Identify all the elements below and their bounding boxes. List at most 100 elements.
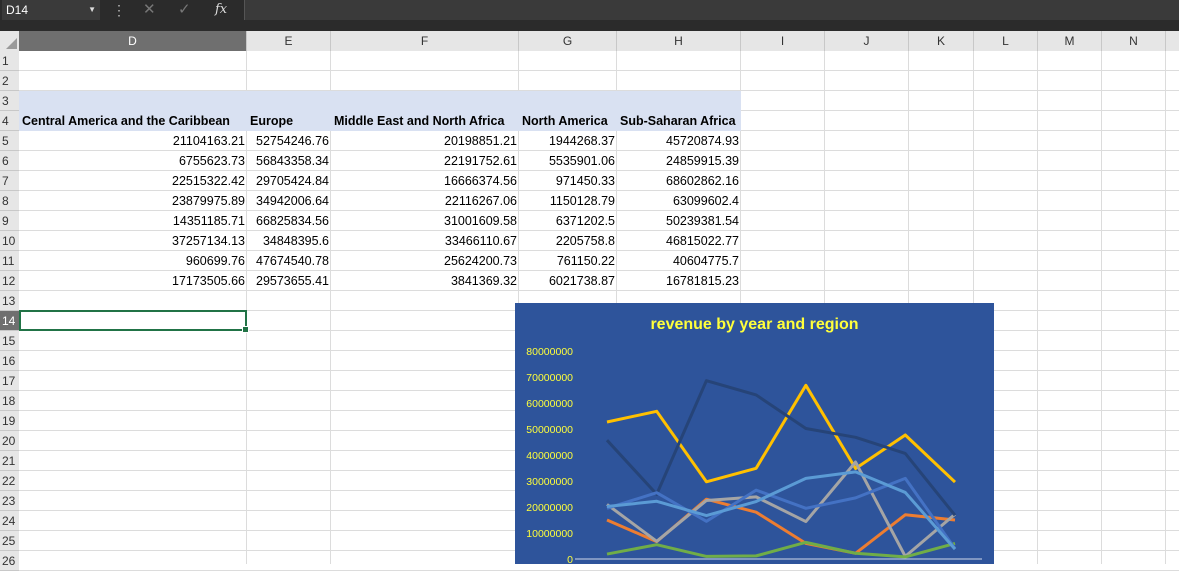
confirm-icon[interactable]: ✓ — [178, 0, 191, 20]
table-cell[interactable]: 22191752.61 — [331, 151, 519, 171]
table-cell[interactable]: 20198851.21 — [331, 131, 519, 151]
table-cell[interactable]: 3841369.32 — [331, 271, 519, 291]
table-cell[interactable]: 29573655.41 — [247, 271, 331, 291]
table-cell[interactable]: 960699.76 — [19, 251, 247, 271]
row-header-8[interactable]: 8 — [0, 191, 19, 211]
row-header-23[interactable]: 23 — [0, 491, 19, 511]
column-header-f[interactable]: F — [331, 31, 519, 51]
table-cell[interactable]: 971450.33 — [519, 171, 617, 191]
row-header-3[interactable]: 3 — [0, 91, 19, 111]
table-cell[interactable]: 21104163.21 — [19, 131, 247, 151]
row-header-9[interactable]: 9 — [0, 211, 19, 231]
column-header-i[interactable]: I — [741, 31, 825, 51]
column-header-h[interactable]: H — [617, 31, 741, 51]
column-header-d[interactable]: D — [19, 31, 247, 51]
table-cell[interactable]: 16666374.56 — [331, 171, 519, 191]
row-header-16[interactable]: 16 — [0, 351, 19, 371]
table-cell[interactable]: 6371202.5 — [519, 211, 617, 231]
row-header-6[interactable]: 6 — [0, 151, 19, 171]
table-cell[interactable]: 31001609.58 — [331, 211, 519, 231]
table-cell[interactable]: 63099602.4 — [617, 191, 741, 211]
y-tick-label: 60000000 — [526, 398, 573, 410]
table-cell[interactable]: 23879975.89 — [19, 191, 247, 211]
table-cell[interactable]: 14351185.71 — [19, 211, 247, 231]
row-header-25[interactable]: 25 — [0, 531, 19, 551]
select-all-button[interactable] — [0, 31, 19, 51]
column-header-k[interactable]: K — [909, 31, 974, 51]
more-options-icon[interactable]: ⋮ — [112, 0, 126, 20]
table-cell[interactable]: 46815022.77 — [617, 231, 741, 251]
table-cell[interactable]: 68602862.16 — [617, 171, 741, 191]
row-header-14[interactable]: 14 — [0, 311, 19, 331]
table-cell[interactable]: 22116267.06 — [331, 191, 519, 211]
row-header-12[interactable]: 12 — [0, 271, 19, 291]
y-tick-label: 20000000 — [526, 502, 573, 514]
column-header-j[interactable]: J — [825, 31, 909, 51]
table-cell[interactable]: 52754246.76 — [247, 131, 331, 151]
table-cell[interactable]: 6755623.73 — [19, 151, 247, 171]
table-cell[interactable]: 2205758.8 — [519, 231, 617, 251]
table-cell[interactable]: 761150.22 — [519, 251, 617, 271]
insert-function-icon[interactable]: fx — [215, 0, 227, 20]
row-header-18[interactable]: 18 — [0, 391, 19, 411]
table-cell[interactable]: 29705424.84 — [247, 171, 331, 191]
table-cell[interactable]: 25624200.73 — [331, 251, 519, 271]
grid-vline — [1037, 51, 1038, 564]
table-cell[interactable]: 34942006.64 — [247, 191, 331, 211]
row-header-17[interactable]: 17 — [0, 371, 19, 391]
table-cell[interactable]: 40604775.7 — [617, 251, 741, 271]
column-header-l[interactable]: L — [974, 31, 1038, 51]
table-cell[interactable]: 6021738.87 — [519, 271, 617, 291]
table-header-cell[interactable]: Europe — [247, 111, 331, 131]
row-header-21[interactable]: 21 — [0, 451, 19, 471]
column-header-e[interactable]: E — [247, 31, 331, 51]
column-header-g[interactable]: G — [519, 31, 617, 51]
table-cell[interactable]: 1150128.79 — [519, 191, 617, 211]
table-cell[interactable]: 16781815.23 — [617, 271, 741, 291]
row-header-22[interactable]: 22 — [0, 471, 19, 491]
table-cell[interactable]: 37257134.13 — [19, 231, 247, 251]
table-header-cell[interactable]: North America — [519, 111, 617, 131]
formula-input[interactable] — [244, 0, 1179, 20]
table-cell[interactable]: 17173505.66 — [19, 271, 247, 291]
line-chart[interactable]: revenue by year and region 80000000 70000… — [515, 303, 994, 564]
y-tick-label: 10000000 — [526, 528, 573, 540]
table-cell[interactable]: 56843358.34 — [247, 151, 331, 171]
table-header-cell[interactable]: Middle East and North Africa — [331, 111, 519, 131]
table-cell[interactable]: 45720874.93 — [617, 131, 741, 151]
series-line-3[interactable] — [606, 460, 956, 558]
chevron-down-icon[interactable]: ▼ — [88, 0, 96, 20]
active-cell[interactable] — [19, 310, 249, 333]
table-header-cell[interactable]: Central America and the Caribbean — [19, 111, 247, 131]
table-cell[interactable]: 22515322.42 — [19, 171, 247, 191]
column-header-n[interactable]: N — [1102, 31, 1166, 51]
column-header-m[interactable]: M — [1038, 31, 1102, 51]
formula-bar: D14 ▼ ⋮ ✕ ✓ fx — [0, 0, 1179, 31]
row-header-19[interactable]: 19 — [0, 411, 19, 431]
table-header-cell[interactable]: Sub-Saharan Africa — [617, 111, 741, 131]
row-header-10[interactable]: 10 — [0, 231, 19, 251]
series-line-2[interactable] — [606, 383, 957, 484]
row-header-4[interactable]: 4 — [0, 111, 19, 131]
row-header-7[interactable]: 7 — [0, 171, 19, 191]
table-cell[interactable]: 24859915.39 — [617, 151, 741, 171]
table-cell[interactable]: 5535901.06 — [519, 151, 617, 171]
row-header-11[interactable]: 11 — [0, 251, 19, 271]
row-header-26[interactable]: 26 — [0, 551, 19, 571]
table-cell[interactable]: 34848395.6 — [247, 231, 331, 251]
table-cell[interactable]: 66825834.56 — [247, 211, 331, 231]
row-header-24[interactable]: 24 — [0, 511, 19, 531]
table-cell[interactable]: 50239381.54 — [617, 211, 741, 231]
row-header-20[interactable]: 20 — [0, 431, 19, 451]
row-header-1[interactable]: 1 — [0, 51, 19, 71]
row-header-13[interactable]: 13 — [0, 291, 19, 311]
name-box[interactable]: D14 ▼ — [2, 0, 100, 20]
table-cell[interactable]: 33466110.67 — [331, 231, 519, 251]
cancel-icon[interactable]: ✕ — [143, 0, 156, 20]
table-cell[interactable]: 1944268.37 — [519, 131, 617, 151]
table-cell[interactable]: 47674540.78 — [247, 251, 331, 271]
row-header-15[interactable]: 15 — [0, 331, 19, 351]
row-header-5[interactable]: 5 — [0, 131, 19, 151]
row-header-2[interactable]: 2 — [0, 71, 19, 91]
name-box-value: D14 — [6, 3, 29, 17]
